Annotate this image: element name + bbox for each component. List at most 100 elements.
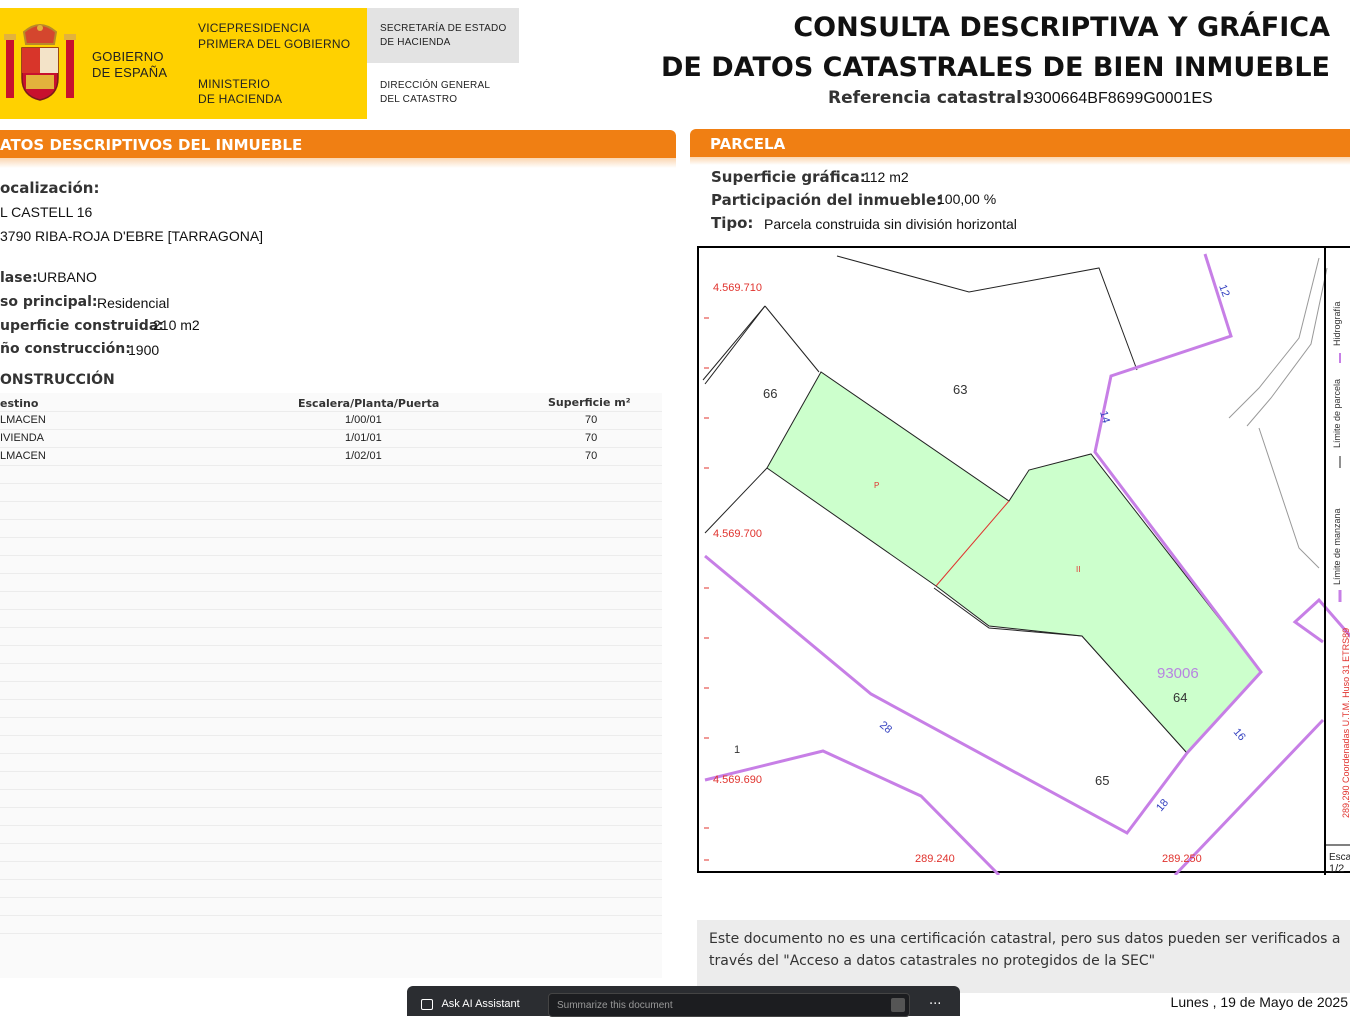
address-line2: 3790 RIBA-ROJA D'EBRE [TARRAGONA] bbox=[0, 228, 264, 244]
table-rule-line bbox=[0, 681, 662, 682]
row1-superficie: 70 bbox=[585, 414, 598, 426]
table-rule-line bbox=[0, 897, 662, 898]
table-rule-line bbox=[0, 591, 662, 592]
tipo-label: Tipo: bbox=[711, 214, 754, 232]
gobierno-line2: DE ESPAÑA bbox=[92, 65, 168, 80]
clase-value: URBANO bbox=[37, 269, 97, 285]
coord-y3: 4.569.690 bbox=[713, 774, 762, 786]
street-num-18: 18 bbox=[1154, 797, 1171, 814]
table-rule-line bbox=[0, 663, 662, 664]
parcel-label-1: 1 bbox=[734, 744, 740, 756]
table-rule-line bbox=[0, 861, 662, 862]
ai-prompt-placeholder: Summarize this document bbox=[557, 1000, 673, 1011]
section-bar-datos: ATOS DESCRIPTIVOS DEL INMUEBLE bbox=[0, 130, 676, 158]
supgraf-label: Superficie gráfica: bbox=[711, 168, 866, 186]
block-label: 93006 bbox=[1157, 665, 1199, 682]
table-rule-line bbox=[0, 879, 662, 880]
cadastral-map[interactable]: 4.569.710 4.569.700 4.569.690 289.240 28… bbox=[697, 246, 1350, 875]
anio-label: ño construcción: bbox=[0, 341, 131, 357]
table-rule-line bbox=[0, 825, 662, 826]
supgraf-value: 112 m2 bbox=[863, 169, 909, 185]
col-header-escalera: Escalera/Planta/Puerta bbox=[298, 397, 440, 410]
secretaria-block: SECRETARÍA DE ESTADO DE HACIENDA bbox=[367, 8, 519, 63]
dir-line2: DEL CATASTRO bbox=[380, 94, 458, 105]
table-rule-line bbox=[0, 411, 662, 412]
table-rule-line bbox=[0, 501, 662, 502]
participacion-label: Participación del inmueble: bbox=[711, 191, 943, 209]
superficie-label: uperficie construida: bbox=[0, 318, 164, 334]
construccion-title: ONSTRUCCIÓN bbox=[0, 372, 115, 388]
tipo-value: Parcela construida sin división horizont… bbox=[764, 216, 1017, 232]
address-line1: L CASTELL 16 bbox=[0, 204, 93, 220]
row2-escalera: 1/01/01 bbox=[345, 432, 382, 444]
ask-ai-button[interactable]: Ask AI Assistant bbox=[421, 998, 520, 1010]
clase-label: lase: bbox=[0, 270, 38, 286]
row3-superficie: 70 bbox=[585, 450, 598, 462]
document-title: CONSULTA DESCRIPTIVA Y GRÁFICA DE DATOS … bbox=[661, 8, 1330, 88]
verification-notice: Este documento no es una certificación c… bbox=[697, 920, 1350, 993]
table-rule-line bbox=[0, 753, 662, 754]
document-date: Lunes , 19 de Mayo de 2025 bbox=[1170, 994, 1348, 1010]
send-icon[interactable] bbox=[891, 998, 905, 1012]
anio-value: 1900 bbox=[128, 342, 160, 358]
scale-value: 1/2 bbox=[1329, 863, 1344, 875]
section-title-parcela: PARCELA bbox=[710, 135, 786, 153]
row2-superficie: 70 bbox=[585, 432, 598, 444]
sec-line1: SECRETARÍA DE ESTADO bbox=[380, 23, 507, 34]
section-shade-left bbox=[0, 158, 676, 168]
section-title-datos: ATOS DESCRIPTIVOS DEL INMUEBLE bbox=[0, 136, 303, 154]
participacion-value: 100,00 % bbox=[937, 191, 997, 207]
dir-line1: DIRECCIÓN GENERAL bbox=[380, 80, 491, 91]
ref-catastral-label: Referencia catastral: bbox=[828, 88, 1029, 108]
table-rule-line bbox=[0, 537, 662, 538]
uso-value: Residencial bbox=[97, 295, 170, 311]
section-shade-right bbox=[690, 157, 1350, 165]
parcel-label-63: 63 bbox=[953, 382, 967, 397]
table-rule-line bbox=[0, 627, 662, 628]
vice-line2: PRIMERA DEL GOBIERNO bbox=[198, 37, 351, 51]
coat-of-arms-icon bbox=[4, 24, 76, 101]
table-rule-line bbox=[0, 717, 662, 718]
ref-catastral-value: 9300664BF8699G0001ES bbox=[1025, 90, 1213, 107]
coord-y2: 4.569.700 bbox=[713, 528, 762, 540]
row3-destino: LMACEN bbox=[0, 450, 46, 462]
col-header-superficie: Superficie m² bbox=[548, 396, 631, 409]
vice-line1: VICEPRESIDENCIA bbox=[198, 21, 311, 35]
row3-escalera: 1/02/01 bbox=[345, 450, 382, 462]
sec-line2: DE HACIENDA bbox=[380, 37, 451, 48]
more-options-button[interactable]: ··· bbox=[929, 997, 941, 1012]
table-rule-line bbox=[0, 789, 662, 790]
table-rule-line bbox=[0, 699, 662, 700]
title-line2: DE DATOS CATASTRALES DE BIEN INMUEBLE bbox=[661, 52, 1330, 83]
scale-label: Esca bbox=[1329, 852, 1350, 863]
legend-parcela: Límite de parcela bbox=[1332, 379, 1342, 448]
legend-manzana: Límite de manzana bbox=[1332, 508, 1342, 585]
table-rule-line bbox=[0, 735, 662, 736]
title-line1: CONSULTA DESCRIPTIVA Y GRÁFICA bbox=[793, 12, 1330, 43]
street-num-28: 28 bbox=[877, 719, 894, 736]
street-num-14: 14 bbox=[1097, 410, 1112, 425]
table-rule-line bbox=[0, 771, 662, 772]
table-rule-line bbox=[0, 843, 662, 844]
table-rule-line bbox=[0, 519, 662, 520]
mark-p: P bbox=[874, 481, 879, 490]
min-line1: MINISTERIO bbox=[198, 77, 271, 91]
table-rule-line bbox=[0, 573, 662, 574]
parcel-label-66: 66 bbox=[763, 386, 777, 401]
table-rule-line bbox=[0, 447, 662, 448]
map-drawing: 4.569.710 4.569.700 4.569.690 289.240 28… bbox=[702, 248, 1350, 875]
row1-destino: LMACEN bbox=[0, 414, 46, 426]
col-header-destino: estino bbox=[0, 397, 39, 410]
section-bar-parcela: PARCELA bbox=[690, 129, 1350, 157]
parcel-label-65: 65 bbox=[1095, 773, 1109, 788]
gobierno-line1: GOBIERNO bbox=[92, 49, 164, 64]
coord-x1: 289.240 bbox=[915, 853, 955, 865]
legend-hidrografia: Hidrografía bbox=[1332, 301, 1342, 346]
ai-prompt-input[interactable]: Summarize this document bbox=[548, 993, 910, 1017]
row2-destino: IVIENDA bbox=[0, 432, 45, 444]
table-rule-line bbox=[0, 609, 662, 610]
table-rule-line bbox=[0, 555, 662, 556]
gobierno-logo-block: GOBIERNO DE ESPAÑA bbox=[0, 8, 185, 119]
table-rule-line bbox=[0, 483, 662, 484]
parcel-label-64: 64 bbox=[1173, 690, 1187, 705]
